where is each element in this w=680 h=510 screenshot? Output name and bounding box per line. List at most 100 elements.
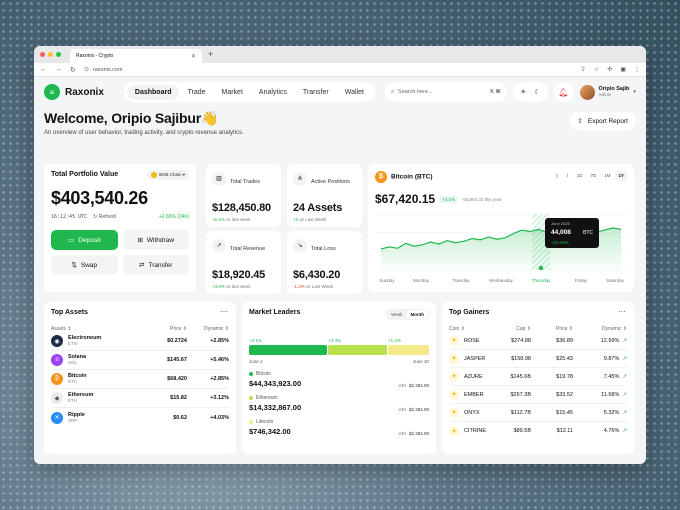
new-tab-icon[interactable]: + bbox=[208, 49, 213, 59]
table-row[interactable]: ₿ Bitcoin BTC $68,420 +2.85% bbox=[51, 370, 229, 389]
tooltip-value: 44,008 bbox=[551, 229, 571, 236]
asset-price: $15.82 bbox=[170, 395, 187, 401]
line-view-icon[interactable]: ⌇ bbox=[563, 171, 571, 181]
more-options-icon[interactable]: ⋯ bbox=[220, 307, 228, 316]
tab-week[interactable]: Week bbox=[387, 310, 406, 319]
back-icon[interactable]: ← bbox=[40, 66, 47, 73]
url-text[interactable]: raxonix.com bbox=[93, 67, 123, 73]
nav-dashboard[interactable]: Dashboard bbox=[126, 84, 180, 100]
x-tick-label: Wednesday bbox=[489, 278, 513, 283]
col-dynamic-label: Dynamic bbox=[203, 326, 224, 332]
table-row[interactable]: ◉ Electroneum ETN $0.2724 +2.85% bbox=[51, 332, 229, 351]
coin-cell: ✦ ROSE bbox=[449, 335, 501, 346]
sidebar-icon[interactable]: ▣ bbox=[620, 66, 626, 73]
date-range: June 1 June 30 bbox=[249, 359, 429, 364]
asset-cell: ≡ Solana SOL bbox=[51, 354, 139, 366]
chevron-down-icon[interactable]: ▾ bbox=[633, 89, 636, 95]
nav-analytics[interactable]: Analytics bbox=[251, 85, 295, 100]
col-dynamic[interactable]: Dynamic ⇕ bbox=[187, 326, 229, 332]
coin-dynamic: 12.99% bbox=[600, 337, 620, 344]
segment-pct: +1.3% bbox=[388, 338, 401, 343]
bitcoin-price-row: $67,420.15 +3.1% +$1950.32 this year bbox=[375, 192, 627, 206]
more-options-icon[interactable]: ⋯ bbox=[618, 307, 626, 316]
nav-transfer[interactable]: Transfer bbox=[295, 85, 337, 100]
col-price[interactable]: Price ⇕ bbox=[531, 326, 573, 332]
list-item[interactable]: Bitcoin $44,343,923.00 24h $2,384.00 bbox=[249, 371, 429, 388]
tab-month[interactable]: Month bbox=[406, 310, 428, 319]
notification-bell-icon[interactable]: 🔔︎ bbox=[553, 82, 574, 102]
trend-up-icon: ↗ bbox=[622, 391, 627, 398]
table-row[interactable]: ≡ Solana SOL $145.67 +5.46% bbox=[51, 351, 229, 370]
brand-logo-icon[interactable]: ≡ bbox=[44, 84, 60, 100]
search-input[interactable]: ⌕ Search here... K ⌘ bbox=[384, 82, 507, 102]
nav-market[interactable]: Market bbox=[214, 85, 251, 100]
segment-bar bbox=[328, 345, 388, 355]
site-info-icon[interactable]: ⊙ bbox=[84, 66, 89, 73]
user-role: Admin bbox=[598, 92, 612, 97]
nav-wallet[interactable]: Wallet bbox=[337, 85, 372, 100]
table-row[interactable]: ✦ AZURE $145.6B $19.78 7.45% ↗ bbox=[449, 368, 627, 386]
trend-up-icon: ↗ bbox=[622, 373, 627, 380]
transfer-button[interactable]: ⇄ Transfer bbox=[122, 255, 189, 275]
coin-price: $25.43 bbox=[556, 355, 573, 362]
candlestick-view-icon[interactable]: ▯ bbox=[553, 171, 561, 181]
period-toggle: Week Month bbox=[386, 309, 429, 320]
table-row[interactable]: ✦ ROSE $274.88 $36.89 12.99% ↗ bbox=[449, 332, 627, 350]
chain-selector[interactable]: BNB Chain ▾ bbox=[147, 170, 189, 181]
table-row[interactable]: ✦ EMBER $267.3B $33.52 11.68% ↗ bbox=[449, 386, 627, 404]
deposit-button[interactable]: ▭ Deposit bbox=[51, 230, 118, 250]
sun-icon[interactable]: ☀ bbox=[520, 88, 526, 96]
asset-dynamic: +3.12% bbox=[210, 395, 229, 401]
table-row[interactable]: ✦ ONYX $112.7B $15.45 5.32% ↗ bbox=[449, 404, 627, 422]
coin-name: ONYX bbox=[464, 409, 480, 416]
maximize-window-dot[interactable] bbox=[56, 52, 61, 57]
highlight-marker[interactable] bbox=[538, 265, 544, 271]
table-row[interactable]: ◆ Ethereum ETH $15.82 +3.12% bbox=[51, 389, 229, 408]
minimize-window-dot[interactable] bbox=[48, 52, 53, 57]
tf-1m[interactable]: 1M bbox=[601, 171, 613, 181]
tab-close-icon[interactable]: ✕ bbox=[191, 53, 196, 60]
table-row[interactable]: ✦ CITRINE $89.5B $12.11 4.76% ↗ bbox=[449, 422, 627, 440]
col-coin[interactable]: Coin ⇕ bbox=[449, 326, 501, 332]
moon-icon[interactable]: ☾ bbox=[534, 88, 540, 96]
legend-dot bbox=[249, 396, 253, 400]
table-row[interactable]: ✕ Ripple XRP $0.62 +4.03% bbox=[51, 408, 229, 427]
bookmark-star-icon[interactable]: ☆ bbox=[594, 66, 599, 73]
nav-trade[interactable]: Trade bbox=[179, 85, 213, 100]
extensions-icon[interactable]: ✣ bbox=[607, 66, 612, 73]
browser-tab[interactable]: Raxonix - Crypto ✕ bbox=[70, 49, 202, 63]
reload-icon[interactable]: ↻ bbox=[70, 66, 76, 74]
export-report-button[interactable]: ⇧ Export Report bbox=[569, 112, 636, 130]
list-item[interactable]: Ethereum $14,332,867.00 24h $2,384.00 bbox=[249, 395, 429, 412]
col-assets[interactable]: Assets ⇕ bbox=[51, 326, 139, 332]
refresh-button[interactable]: ↻ Refresh bbox=[93, 214, 116, 220]
leader-name: Litecoin bbox=[256, 419, 274, 425]
swap-button[interactable]: ⇅ Swap bbox=[51, 255, 118, 275]
leader-name: Bitcoin bbox=[256, 371, 272, 377]
withdraw-button[interactable]: ⊞ Withdraw bbox=[122, 230, 189, 250]
share-icon[interactable]: ⇪ bbox=[581, 66, 586, 73]
brand-name[interactable]: Raxonix bbox=[65, 87, 104, 98]
trend-down-icon: ↘ bbox=[293, 238, 307, 253]
close-window-dot[interactable] bbox=[40, 52, 45, 57]
portfolio-time: 16:12:45 UTC bbox=[51, 214, 88, 220]
tooltip-date: June 2026 bbox=[551, 221, 570, 226]
col-cap[interactable]: Cap ⇕ bbox=[501, 326, 531, 332]
forward-icon[interactable]: → bbox=[55, 66, 62, 73]
browser-menu-icon[interactable]: ⋮ bbox=[634, 66, 640, 73]
table-row[interactable]: ✦ JASPER $158.98 $25.43 9.87% ↗ bbox=[449, 350, 627, 368]
bitcoin-area-chart[interactable]: Sunday Monday Tuesday Wednesday Thursday Frid… bbox=[375, 210, 627, 286]
gainers-table-body: ✦ ROSE $274.88 $36.89 12.99% ↗ ✦ JASPER $158.98 $… bbox=[449, 332, 627, 440]
list-item[interactable]: Litecoin $746,342.00 24h $2,384.00 bbox=[249, 419, 429, 436]
tf-1d[interactable]: 1D bbox=[574, 171, 586, 181]
tf-7d[interactable]: 7D bbox=[587, 171, 599, 181]
coin-price: $12.11 bbox=[556, 428, 573, 434]
trend-up-icon: ↗ bbox=[622, 428, 627, 434]
avatar bbox=[579, 84, 595, 100]
col-dynamic[interactable]: Dynamic ⇕ bbox=[573, 326, 627, 332]
col-price[interactable]: Price ⇕ bbox=[139, 326, 187, 332]
user-menu[interactable]: Oripio Sajib Admin ▾ bbox=[579, 84, 636, 100]
stat-card-total-revenue: ↗ Total Revenue $18,920.45 +3.8% vs last … bbox=[206, 231, 281, 294]
tf-1y[interactable]: 1Y bbox=[615, 171, 627, 181]
x-tick-label: Monday bbox=[413, 278, 430, 283]
